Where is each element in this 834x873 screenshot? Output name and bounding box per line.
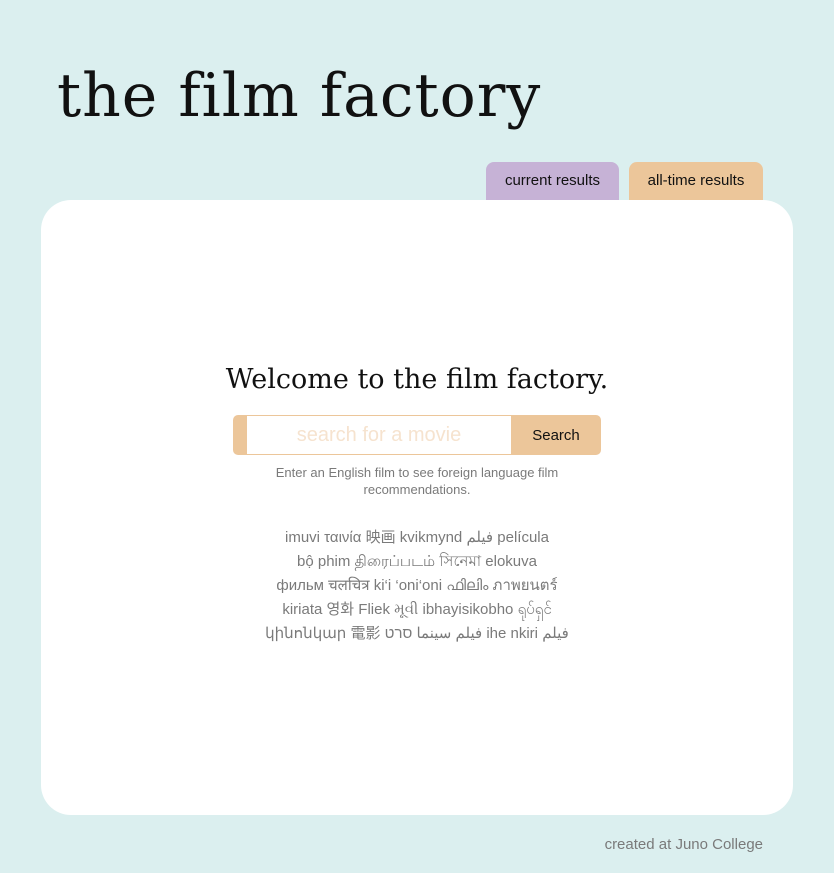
film-words-line: imuvi ταινία 映画 kvikmynd فيلم película (285, 529, 549, 546)
search-form: Search (233, 415, 601, 455)
site-title: the film factory (57, 61, 542, 131)
search-hint: Enter an English film to see foreign lan… (275, 465, 559, 497)
film-words-line: bộ phim திரைப்படம் সিনেমা elokuva (297, 553, 537, 570)
results-tabs: current results all-time results (486, 162, 763, 200)
search-input[interactable] (247, 416, 511, 454)
search-button[interactable]: Search (511, 416, 601, 454)
film-words-line: կինոնկար 電影 فیلم سینما סרט ihe nkiri فيل… (265, 625, 569, 642)
tab-current-results[interactable]: current results (486, 162, 619, 200)
film-words-line: фильм चलचित्र ki‘i ‘oni‘oni ഫിലിം ภาพยนต… (276, 577, 558, 594)
footer-credit: created at Juno College (604, 836, 763, 853)
tab-all-time-results[interactable]: all-time results (629, 162, 763, 200)
film-words-list: imuvi ταινία 映画 kvikmynd فيلم película b… (217, 526, 617, 646)
film-words-line: kiriata 영화 Fliek મૂવી ibhayisikobho ရုပ်… (282, 601, 552, 618)
main-card: Welcome to the film factory. Search Ente… (41, 200, 793, 815)
welcome-heading: Welcome to the film factory. (225, 364, 609, 395)
